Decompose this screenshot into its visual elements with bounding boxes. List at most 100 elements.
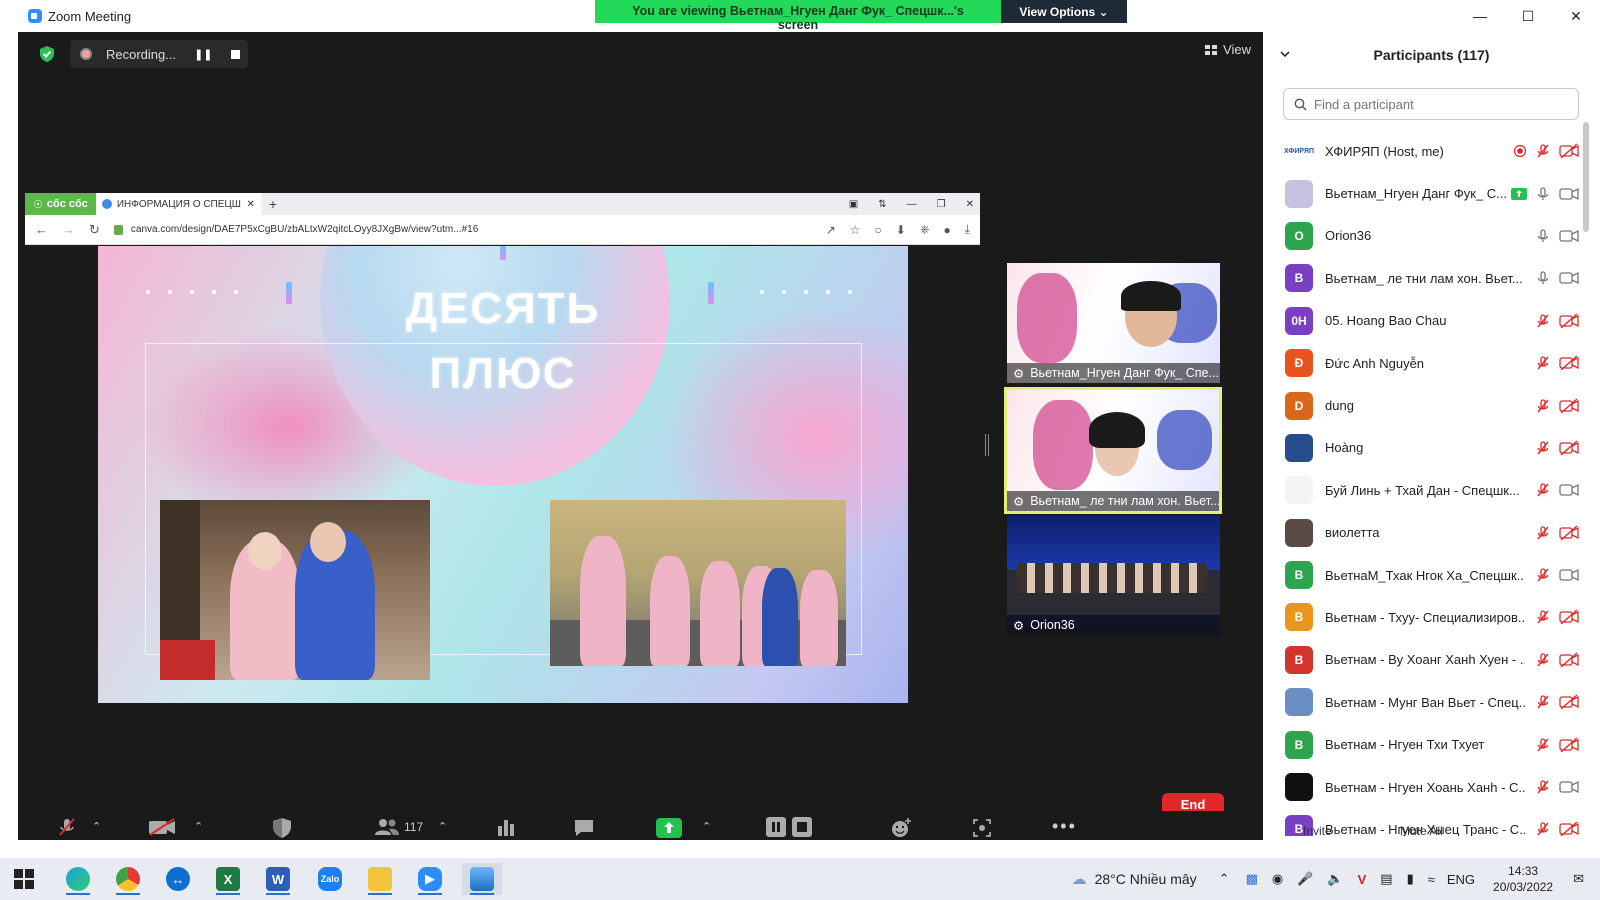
tray-webcam-icon[interactable]: ◉	[1272, 871, 1283, 887]
video-off-icon[interactable]	[1559, 313, 1579, 329]
tab-search-icon[interactable]: ⇅	[878, 199, 886, 210]
download-ext-icon[interactable]: ⬇	[896, 223, 906, 237]
share-options-caret-icon[interactable]: ⌃	[702, 820, 711, 833]
taskbar-teamviewer[interactable]: ↔	[158, 863, 198, 895]
participant-row[interactable]: Вьетнам - Нгуен Хоань Ханh - С...	[1263, 766, 1585, 808]
participant-row[interactable]: O Orion36	[1263, 215, 1585, 257]
browser-minimize-icon[interactable]: —	[907, 199, 917, 210]
start-button[interactable]	[4, 863, 44, 895]
mic-muted-icon[interactable]	[1535, 313, 1551, 329]
video-off-icon[interactable]	[1559, 737, 1579, 753]
collapse-chevron-icon[interactable]	[1279, 47, 1291, 65]
participant-row[interactable]: ХФИРЯП ХФИРЯП (Host, me)	[1263, 130, 1585, 172]
participant-row[interactable]: Вьетнам - Мунг Ван Вьет - Спец...	[1263, 681, 1585, 723]
search-input[interactable]	[1314, 96, 1554, 112]
stop-recording-icon[interactable]	[230, 49, 240, 59]
mic-muted-icon[interactable]	[1535, 567, 1551, 583]
participant-row[interactable]: Ddung	[1263, 384, 1585, 426]
tray-overflow-icon[interactable]: ⌃	[1219, 871, 1230, 887]
new-tab-icon[interactable]: +	[269, 196, 277, 212]
notifications-icon[interactable]: ✉	[1573, 871, 1584, 887]
participant-row[interactable]: B Вьетнам - Ву Хоанг Ханh Хуен - ...	[1263, 639, 1585, 681]
reload-icon[interactable]: ↻	[89, 222, 100, 238]
video-icon[interactable]	[1559, 482, 1579, 498]
panel-scrollbar[interactable]	[1583, 122, 1589, 232]
participant-video-tile[interactable]: ⚙ Orion36	[1007, 515, 1220, 635]
invite-button[interactable]: Invite	[1303, 824, 1332, 838]
participant-row[interactable]: виолетта	[1263, 512, 1585, 554]
mic-icon[interactable]	[1535, 270, 1551, 286]
mic-icon[interactable]	[1535, 186, 1551, 202]
active-speaker-video-tile[interactable]: ⚙ Вьетнам_ ле тни лам хон. Вьет...	[1004, 387, 1222, 514]
security-button[interactable]	[272, 817, 292, 839]
back-arrow-icon[interactable]: ←	[35, 222, 48, 237]
participant-row[interactable]: Буй Линь + Тхай Дан - Спецшк...	[1263, 469, 1585, 511]
participant-row[interactable]: B Вьетнам_ ле тни лам хон. Вьет...	[1263, 257, 1585, 299]
more-options-icon[interactable]: •••	[1052, 816, 1077, 837]
profile-avatar-icon[interactable]: ●	[943, 223, 950, 237]
participant-row[interactable]: B Вьетнам - Нгуен Тхи Тхует	[1263, 723, 1585, 765]
tray-mic-icon[interactable]: 🎤	[1297, 871, 1313, 887]
video-off-icon[interactable]	[1559, 652, 1579, 668]
weather-text[interactable]: 28°C Nhiều mây	[1095, 871, 1197, 887]
downloads-icon[interactable]: ⤓	[965, 222, 970, 237]
tray-display-icon[interactable]: ▤	[1380, 871, 1392, 887]
video-off-icon[interactable]	[1559, 694, 1579, 710]
recording-controls-button[interactable]	[766, 816, 812, 838]
taskbar-edge[interactable]	[58, 863, 98, 895]
participants-caret-icon[interactable]: ⌃	[438, 820, 447, 833]
browser-restore-icon[interactable]: ❐	[937, 199, 946, 210]
tray-antivirus-icon[interactable]: V	[1358, 872, 1367, 887]
polls-button[interactable]	[496, 818, 516, 836]
screenshot-icon[interactable]: ▣	[849, 199, 858, 210]
participant-row[interactable]: B ВьетнаМ_Тхак Нгок Ха_Спецшк...	[1263, 554, 1585, 596]
bookmark-star-icon[interactable]: ☆	[850, 223, 861, 237]
taskbar-zoom[interactable]: ▶	[410, 863, 450, 895]
input-language[interactable]: ENG	[1447, 872, 1475, 887]
browser-tab[interactable]: ИНФОРМАЦИЯ О СПЕЦШК ✕	[95, 193, 261, 215]
end-meeting-button[interactable]: End	[1162, 793, 1224, 812]
video-icon[interactable]	[1559, 567, 1579, 583]
url-field[interactable]: canva.com/design/DAE7P5xCgBU/zbALtxW2qit…	[131, 224, 812, 235]
mic-muted-icon[interactable]	[1535, 440, 1551, 456]
video-icon[interactable]	[1559, 186, 1579, 202]
mic-muted-icon[interactable]	[1535, 398, 1551, 414]
taskbar-word[interactable]: W	[258, 863, 298, 895]
encryption-shield-icon[interactable]	[38, 44, 56, 64]
mic-muted-icon[interactable]	[1535, 694, 1551, 710]
mic-muted-icon[interactable]	[1535, 525, 1551, 541]
taskbar-photos[interactable]	[462, 863, 502, 895]
mic-muted-icon[interactable]	[1535, 609, 1551, 625]
battery-icon[interactable]: ▮	[1407, 871, 1414, 887]
share-icon[interactable]: ↗	[826, 223, 836, 237]
view-layout-button[interactable]: View	[1205, 42, 1251, 57]
share-screen-button[interactable]	[656, 818, 682, 838]
tray-app-icon[interactable]: ▩	[1246, 871, 1258, 887]
video-icon[interactable]	[1559, 270, 1579, 286]
coccoc-menu-button[interactable]: ☉ cốc cốc	[25, 193, 96, 215]
taskbar-file-explorer[interactable]	[360, 863, 400, 895]
view-options-button[interactable]: View Options ⌄	[1001, 0, 1127, 23]
chat-button[interactable]	[573, 818, 595, 838]
maximize-button[interactable]: ☐	[1504, 0, 1552, 32]
video-icon[interactable]	[1559, 779, 1579, 795]
video-icon[interactable]	[1559, 228, 1579, 244]
video-off-icon[interactable]	[1559, 143, 1579, 159]
participant-row[interactable]: 0H 05. Hoang Bao Chau	[1263, 300, 1585, 342]
audio-options-caret-icon[interactable]: ⌃	[92, 820, 101, 833]
mic-muted-icon[interactable]	[1535, 652, 1551, 668]
mic-muted-icon[interactable]	[1535, 482, 1551, 498]
video-options-caret-icon[interactable]: ⌃	[194, 820, 203, 833]
close-button[interactable]: ✕	[1552, 0, 1600, 32]
video-off-icon[interactable]	[1559, 355, 1579, 371]
taskbar-clock[interactable]: 14:33 20/03/2022	[1493, 863, 1553, 895]
participant-row[interactable]: Đ Đức Anh Nguyễn	[1263, 342, 1585, 384]
mute-all-button[interactable]: Mute All	[1400, 824, 1443, 838]
volume-icon[interactable]: 🔈	[1327, 871, 1343, 887]
taskbar-excel[interactable]: X	[208, 863, 248, 895]
mic-muted-icon[interactable]	[1535, 779, 1551, 795]
shield-extension-icon[interactable]: ○	[875, 223, 882, 237]
unmute-button[interactable]	[56, 816, 78, 838]
video-off-icon[interactable]	[1559, 525, 1579, 541]
browser-close-icon[interactable]: ✕	[966, 199, 974, 210]
